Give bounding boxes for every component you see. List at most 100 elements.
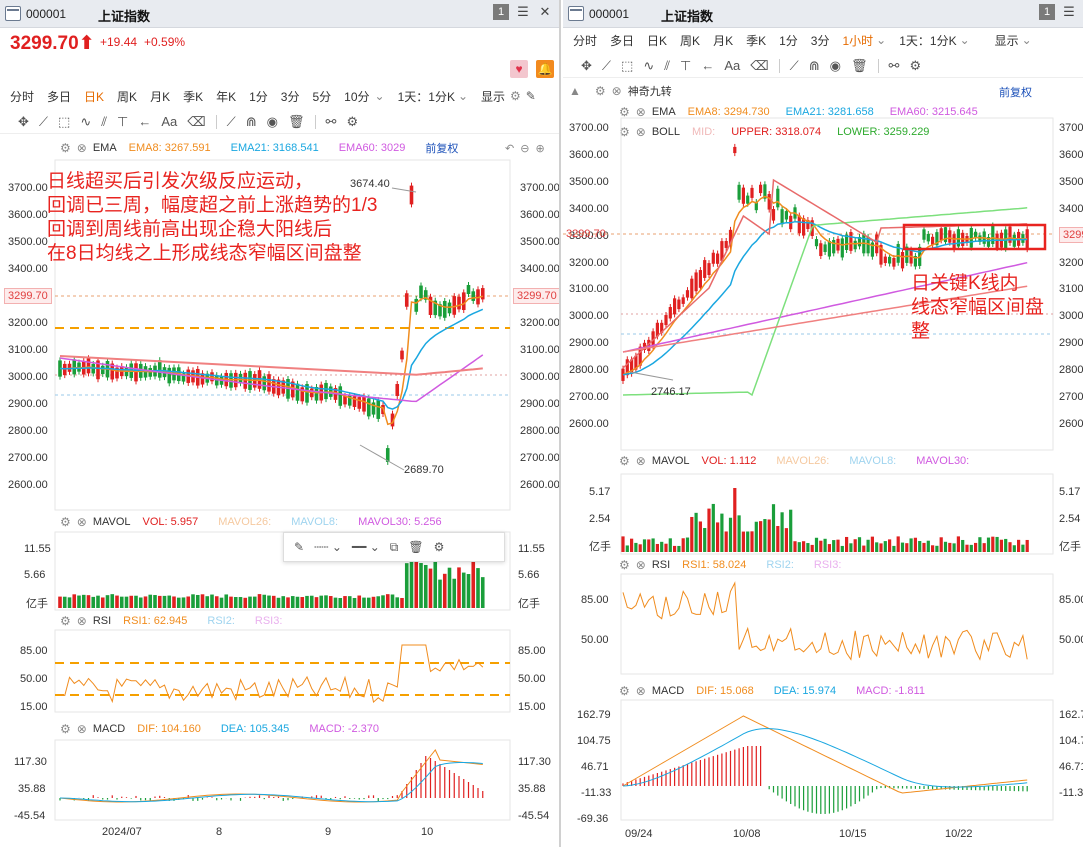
macd-bar — [463, 779, 465, 798]
macd-bar — [863, 786, 865, 799]
macd-bar — [453, 773, 455, 798]
gear-icon[interactable]: ⚙ — [619, 558, 630, 572]
gear-icon[interactable]: ⚙ — [619, 454, 630, 468]
macd-bar — [130, 798, 132, 799]
close-circle-icon[interactable]: ⊗ — [77, 722, 87, 736]
volume-bar — [956, 536, 960, 552]
line-style-select[interactable]: ┄┄ ⌄ — [314, 540, 342, 554]
macd-bar — [216, 798, 218, 801]
panel-frame — [620, 699, 1054, 821]
volume-bar — [172, 596, 176, 608]
volume-bar — [737, 515, 741, 552]
dif-value: DIF: 104.160 — [137, 723, 201, 735]
volume-bar — [849, 543, 853, 552]
candle-body — [414, 298, 419, 312]
gear-icon[interactable]: ⚙ — [60, 722, 71, 736]
x-axis-label: 09/24 — [625, 828, 653, 840]
volume-bar — [338, 597, 343, 608]
vol-unit-label: 亿手 — [589, 541, 611, 553]
candle-body — [366, 398, 371, 417]
macd-bar — [277, 796, 280, 798]
macd-legend: ⚙ ⊗ MACD DIF: 15.068 DEA: 15.974 MACD: -… — [619, 683, 925, 699]
close-circle-icon[interactable]: ⊗ — [77, 515, 87, 529]
close-circle-icon[interactable]: ⊗ — [636, 558, 646, 572]
macd-bar — [897, 786, 899, 789]
candle-body — [461, 292, 466, 311]
gear-icon[interactable]: ⚙ — [60, 614, 71, 628]
vol-axis-label: 2.54 — [589, 513, 611, 525]
rsi-axis-label: 50.00 — [20, 673, 48, 685]
volume-bar — [271, 595, 276, 608]
vol-unit-label: 亿手 — [518, 598, 540, 610]
macd-bar — [807, 786, 809, 812]
candle-body — [404, 293, 409, 307]
macd-bar — [815, 786, 818, 814]
candle-body — [707, 263, 711, 276]
volume-bar — [110, 594, 115, 608]
volume-bar — [875, 542, 879, 552]
macd-bar — [382, 798, 384, 800]
candle-body — [357, 397, 362, 409]
gear-icon[interactable]: ⚙ — [60, 515, 71, 529]
close-circle-icon[interactable]: ⊗ — [636, 454, 646, 468]
x-axis-label: 10/22 — [945, 828, 973, 840]
macd-bar — [467, 782, 470, 798]
rsi-axis-label: 85.00 — [1059, 594, 1083, 606]
volume-bar — [409, 556, 414, 608]
volume-bar — [900, 542, 905, 552]
candle-body — [681, 297, 685, 304]
copy-icon[interactable]: ⧉ — [390, 540, 399, 555]
line-width-select[interactable]: ━━ ⌄ — [352, 540, 380, 554]
volume-bar — [390, 594, 395, 608]
macd-bar — [841, 786, 843, 811]
annotation-line: 在8日均线之上形成线态窄幅区间盘整 — [47, 243, 362, 264]
volume-bar — [290, 596, 295, 608]
candle-body — [991, 225, 995, 245]
close-circle-icon[interactable]: ⊗ — [636, 684, 646, 698]
rsi2-value: RSI2: — [766, 559, 794, 571]
vol-axis-label: 2.54 — [1059, 513, 1081, 525]
macd-bar — [320, 795, 322, 798]
volume-bar — [466, 574, 471, 608]
volume-bar — [651, 538, 655, 552]
macd-bar — [106, 798, 109, 800]
candle-body — [664, 315, 668, 326]
volume-bar — [262, 594, 267, 608]
rsi-axis-label: 85.00 — [581, 594, 609, 606]
macd-bar — [1018, 786, 1020, 792]
macd-bar — [334, 796, 337, 798]
gear-icon[interactable]: ⚙ — [434, 540, 445, 554]
annotation-line: 回调已三周，幅度超之前上涨趋势的1/3 — [47, 195, 378, 216]
volume-bar — [892, 545, 896, 552]
volume-bar — [86, 595, 91, 608]
macd-bar — [790, 786, 792, 804]
x-axis-label: 8 — [216, 826, 223, 838]
macd-bar — [828, 786, 830, 814]
trash-icon[interactable]: 🗑 — [408, 540, 423, 554]
annotation-text: 日线超买后引发次级反应运动， 回调已三周，幅度超之前上涨趋势的1/3 回调到周线… — [47, 170, 377, 266]
volume-bar — [119, 596, 124, 608]
x-axis-label: 10/15 — [839, 828, 867, 840]
macd-bar — [268, 795, 270, 798]
macd-bar — [102, 798, 104, 800]
macd-bar — [686, 763, 689, 786]
volume-bar — [1017, 539, 1021, 552]
macd-bar — [734, 749, 736, 786]
volume-bar — [673, 545, 677, 552]
volume-bar — [309, 595, 314, 608]
candle-body — [931, 236, 935, 245]
candle-body — [900, 251, 905, 269]
volume-bar — [823, 538, 827, 552]
macd-bar — [263, 798, 265, 800]
close-circle-icon[interactable]: ⊗ — [77, 614, 87, 628]
volume-bar — [853, 539, 857, 552]
brush-icon[interactable]: ✎ — [294, 540, 304, 554]
gear-icon[interactable]: ⚙ — [619, 684, 630, 698]
macd-axis-label: -45.54 — [14, 810, 46, 822]
volume-bar — [969, 544, 973, 552]
candle-body — [86, 358, 91, 374]
x-axis-label: 10 — [421, 826, 434, 838]
candle-body — [802, 218, 806, 236]
volume-bar — [939, 537, 943, 552]
volume-bar — [1025, 539, 1029, 552]
